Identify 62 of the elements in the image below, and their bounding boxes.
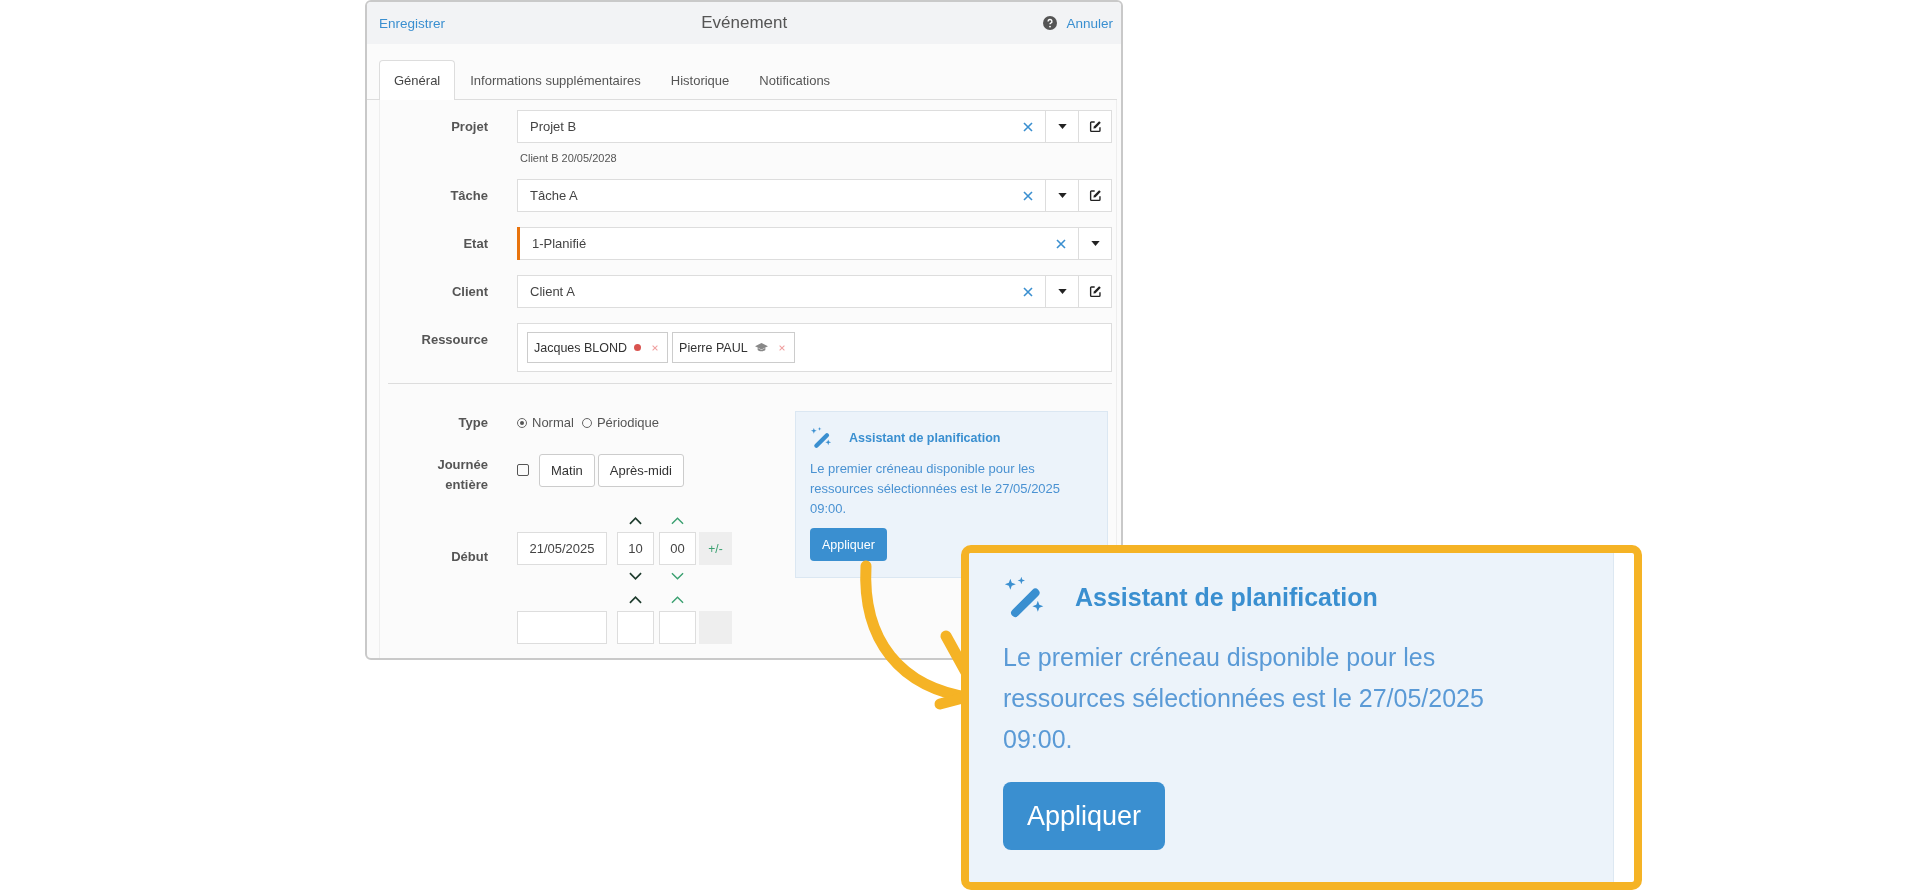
field-label: Client [450, 283, 488, 301]
assistant-title: Assistant de planification [1075, 582, 1378, 612]
help-icon[interactable] [1043, 16, 1058, 30]
magic-wand-icon [810, 426, 833, 449]
field-label: Ressource [420, 331, 488, 349]
caret-icon [1090, 241, 1100, 246]
half-day-button[interactable]: Après-midi [597, 454, 684, 487]
clear-icon[interactable] [1056, 238, 1066, 249]
dialog-title: Evénement [700, 13, 789, 33]
tab[interactable]: Historique [655, 60, 745, 100]
field-value: Tâche A [529, 188, 579, 203]
field-value: Projet B [529, 119, 578, 134]
radio-label: Normal [532, 415, 574, 430]
field-value: Client A [529, 284, 576, 299]
radio-option[interactable]: Périodique [581, 415, 660, 430]
remove-icon[interactable] [777, 343, 786, 352]
half-day-button[interactable]: Matin [539, 454, 595, 487]
checkbox[interactable] [517, 464, 529, 476]
tab[interactable]: Notifications [744, 60, 846, 100]
field-label: Etat [462, 235, 488, 253]
tab[interactable]: Informations supplémentaires [455, 60, 656, 100]
hour-field[interactable]: 10 [617, 532, 654, 565]
edit-icon [1088, 189, 1102, 202]
tab[interactable]: Général [379, 60, 456, 100]
clear-icon[interactable] [1023, 286, 1033, 297]
select-field[interactable]: Client A [517, 275, 1112, 308]
field-label: Début [450, 548, 488, 566]
date-field[interactable] [517, 611, 607, 644]
clear-icon[interactable] [1023, 121, 1033, 132]
caret-icon [1057, 124, 1067, 129]
field-label: Tâche [449, 187, 488, 205]
select-field[interactable]: 1-Planifié [517, 227, 1112, 260]
resource-tag[interactable]: Pierre PAUL [672, 332, 795, 363]
resource-field[interactable]: Jacques BLOND Pierre PAUL [517, 323, 1112, 372]
date-field[interactable]: 21/05/2025 [517, 532, 607, 565]
select-field[interactable]: Projet B [517, 110, 1112, 143]
edit-icon [1088, 120, 1102, 133]
minute-field[interactable] [659, 611, 696, 644]
field-label: Type [457, 414, 488, 430]
radio-option[interactable]: Normal [517, 415, 574, 430]
assistant-message: Le premier créneau disponible pour les ressources sélectionnées est le 27/05/2025 09:00. [810, 460, 1062, 518]
hour-field[interactable] [617, 611, 654, 644]
chevron-down-icon[interactable] [629, 572, 642, 580]
field-value: 1-Planifié [531, 236, 588, 251]
caret-icon [1057, 289, 1067, 294]
field-label: Journée entière [436, 456, 488, 494]
caret-icon [1057, 193, 1067, 198]
tag-label: Jacques BLOND [534, 340, 628, 355]
chevron-up-icon[interactable] [629, 517, 642, 525]
resource-tag[interactable]: Jacques BLOND [527, 332, 669, 363]
assistant-message: Le premier créneau disponible pour les ressources sélectionnées est le 27/05/2025 09:00. [1003, 642, 1485, 755]
chevron-up-icon[interactable] [629, 596, 642, 604]
clear-icon[interactable] [1023, 190, 1033, 201]
field-hint: Client B 20/05/2028 [519, 151, 618, 164]
radio-label: Périodique [596, 415, 660, 430]
select-field[interactable]: Tâche A [517, 179, 1112, 212]
tag-label: Pierre PAUL [679, 340, 748, 355]
remove-icon[interactable] [651, 343, 660, 352]
field-label: Projet [450, 118, 488, 136]
edit-icon [1088, 285, 1102, 298]
assistant-title: Assistant de planification [849, 430, 1001, 445]
minute-field[interactable]: 00 [659, 532, 696, 565]
